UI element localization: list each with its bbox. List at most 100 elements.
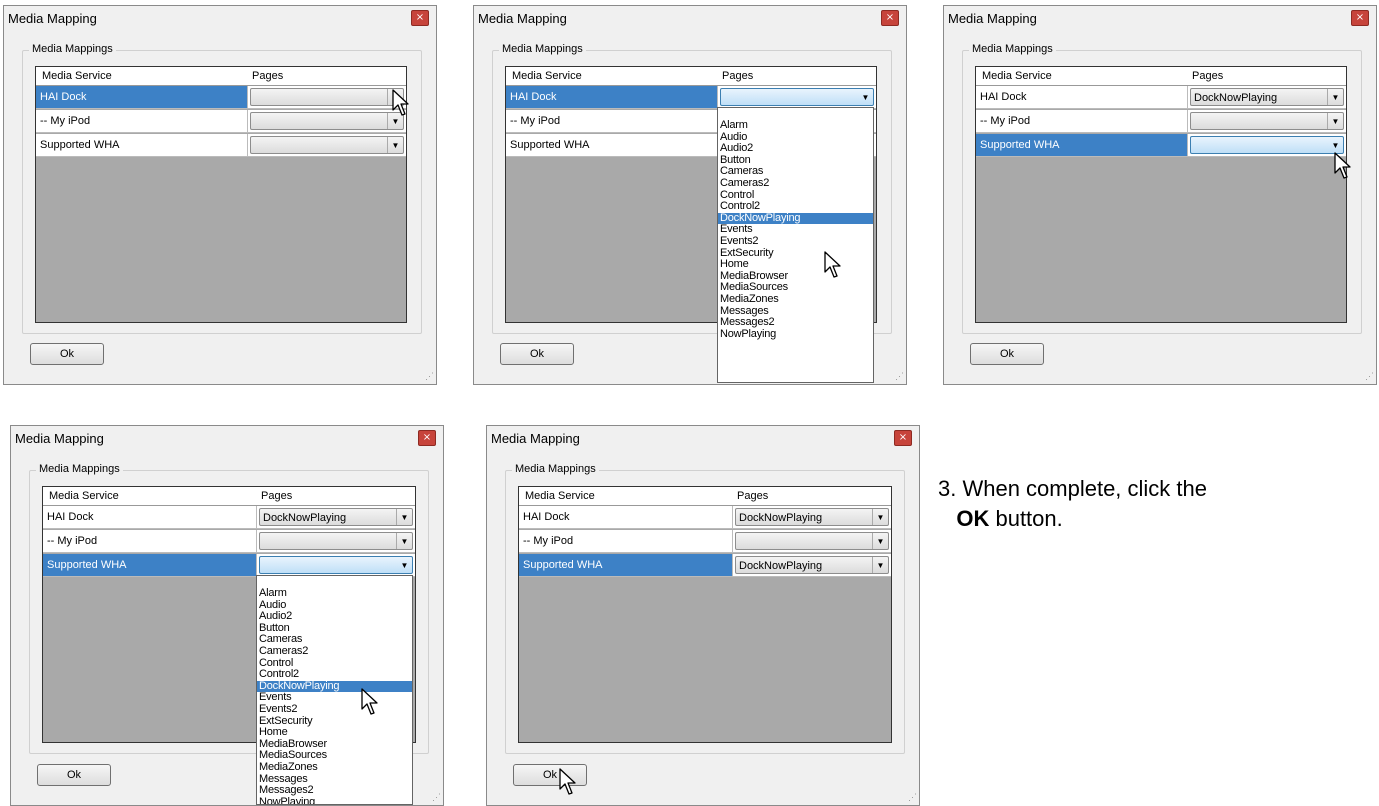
dropdown-option[interactable]: NowPlaying [718,328,873,341]
table-row[interactable]: Supported WHA ▼ [43,554,415,577]
column-header-pages: Pages [1192,70,1224,82]
dropdown-option[interactable]: Control2 [718,201,873,213]
resize-grip-icon[interactable]: ⋰ [1365,371,1374,382]
dropdown-option[interactable]: Events2 [718,235,873,248]
media-service-cell[interactable]: -- My iPod [36,110,248,133]
dropdown-option[interactable]: MediaZones [718,293,873,306]
pages-dropdown-list[interactable]: Alarm Audio Audio2 Button Cameras Cameras2 Con… [256,575,413,805]
table-row[interactable]: -- My iPod▼ [36,110,406,133]
close-icon[interactable]: × [418,430,436,446]
dialog-title: Media Mapping [491,431,580,446]
dropdown-option[interactable]: Home [257,727,412,739]
media-service-cell[interactable]: Supported WHA [519,554,733,577]
media-service-cell[interactable]: HAI Dock [519,506,733,529]
ok-button[interactable]: Ok [970,343,1044,365]
pages-dropdown[interactable]: ▼ [250,112,404,130]
table-row[interactable]: HAI Dock DockNowPlaying ▼ [976,86,1346,109]
media-service-cell[interactable]: -- My iPod [43,530,257,553]
close-icon[interactable]: × [894,430,912,446]
dropdown-option[interactable]: NowPlaying [257,796,412,804]
media-service-cell[interactable]: Supported WHA [976,134,1188,157]
pages-cell: ▼ [248,86,406,109]
dialog-titlebar: Media Mapping [11,426,443,450]
pages-dropdown[interactable]: DockNowPlaying ▼ [735,508,889,526]
chevron-down-icon[interactable]: ▼ [1327,113,1343,129]
table-row[interactable]: -- My iPod ▼ [976,110,1346,133]
close-icon[interactable]: × [881,10,899,26]
pages-dropdown[interactable]: ▼ [1190,136,1344,154]
pages-dropdown[interactable]: ▼ [259,556,413,574]
resize-grip-icon[interactable]: ⋰ [432,792,441,803]
table-row[interactable]: HAI Dock▼ [36,86,406,109]
resize-grip-icon[interactable]: ⋰ [425,371,434,382]
pages-dropdown[interactable]: DockNowPlaying ▼ [735,556,889,574]
pages-dropdown[interactable]: ▼ [735,532,889,550]
pages-dropdown[interactable]: DockNowPlaying ▼ [1190,88,1344,106]
dialog-titlebar: Media Mapping [944,6,1376,30]
chevron-down-icon[interactable]: ▼ [396,509,412,525]
column-header-media-service: Media Service [525,490,595,502]
ok-button[interactable]: Ok [37,764,111,786]
pages-dropdown[interactable]: ▼ [250,88,404,106]
chevron-down-icon[interactable]: ▼ [872,533,888,549]
dropdown-option[interactable]: Alarm [257,587,412,600]
media-service-cell[interactable]: -- My iPod [506,110,718,133]
table-row[interactable]: HAI Dock DockNowPlaying ▼ [43,506,415,529]
chevron-down-icon[interactable]: ▼ [1328,137,1343,153]
pages-dropdown[interactable]: ▼ [259,532,413,550]
resize-grip-icon[interactable]: ⋰ [895,371,904,382]
pages-cell: ▼ [1188,110,1346,133]
close-icon[interactable]: × [411,10,429,26]
chevron-down-icon[interactable]: ▼ [872,557,888,573]
table-row[interactable]: Supported WHA DockNowPlaying ▼ [519,554,891,577]
table-row[interactable]: Supported WHA ▼ [976,134,1346,157]
mouse-pointer-icon [392,89,412,117]
dropdown-option[interactable]: Events2 [257,703,412,716]
pages-dropdown[interactable]: ▼ [1190,112,1344,130]
media-service-cell[interactable]: Supported WHA [36,134,248,157]
media-mapping-dialog: Media Mapping × Media Mappings Media Servic… [3,5,437,385]
mapping-grid: Media Service Pages HAI Dock DockNowPlaying… [975,66,1347,323]
pages-dropdown[interactable]: ▼ [720,88,874,106]
chevron-down-icon[interactable]: ▼ [397,557,412,573]
dropdown-option[interactable]: Control2 [257,669,412,681]
media-service-cell[interactable]: -- My iPod [976,110,1188,133]
media-service-cell[interactable]: Supported WHA [43,554,257,577]
table-row[interactable]: -- My iPod ▼ [519,530,891,553]
media-service-cell[interactable]: HAI Dock [36,86,248,109]
close-icon[interactable]: × [1351,10,1369,26]
grid-header: Media Service Pages [506,67,876,86]
ok-button[interactable]: Ok [500,343,574,365]
resize-grip-icon[interactable]: ⋰ [908,792,917,803]
chevron-down-icon[interactable]: ▼ [858,89,873,105]
group-legend: Media Mappings [36,463,123,475]
chevron-down-icon[interactable]: ▼ [872,509,888,525]
table-row[interactable]: -- My iPod ▼ [43,530,415,553]
chevron-down-icon[interactable]: ▼ [1327,89,1343,105]
dropdown-option[interactable]: Cameras2 [718,177,873,190]
media-service-cell[interactable]: -- My iPod [519,530,733,553]
pages-dropdown-list[interactable]: Alarm Audio Audio2 Button Cameras Cameras2 Con… [717,107,874,383]
dropdown-option[interactable]: MediaZones [257,761,412,774]
column-header-media-service: Media Service [512,70,582,82]
media-service-cell[interactable]: HAI Dock [43,506,257,529]
table-row[interactable]: HAI Dock ▼ [506,86,876,109]
dropdown-option[interactable]: Cameras2 [257,645,412,658]
media-service-cell[interactable]: HAI Dock [506,86,718,109]
chevron-down-icon[interactable]: ▼ [387,137,403,153]
pages-dropdown[interactable]: DockNowPlaying ▼ [259,508,413,526]
pages-cell: DockNowPlaying ▼ [1188,86,1346,109]
dropdown-option[interactable]: Messages2 [257,784,412,797]
media-service-cell[interactable]: Supported WHA [506,134,718,157]
chevron-down-icon[interactable]: ▼ [396,533,412,549]
dropdown-option[interactable]: Messages2 [718,316,873,329]
table-row[interactable]: HAI Dock DockNowPlaying ▼ [519,506,891,529]
dropdown-option[interactable]: Alarm [718,119,873,132]
group-legend: Media Mappings [512,463,599,475]
pages-dropdown-value: DockNowPlaying [739,560,823,572]
table-row[interactable]: Supported WHA ▼ [36,134,406,157]
pages-dropdown[interactable]: ▼ [250,136,404,154]
ok-button[interactable]: Ok [30,343,104,365]
dropdown-option[interactable]: Home [718,259,873,271]
media-service-cell[interactable]: HAI Dock [976,86,1188,109]
